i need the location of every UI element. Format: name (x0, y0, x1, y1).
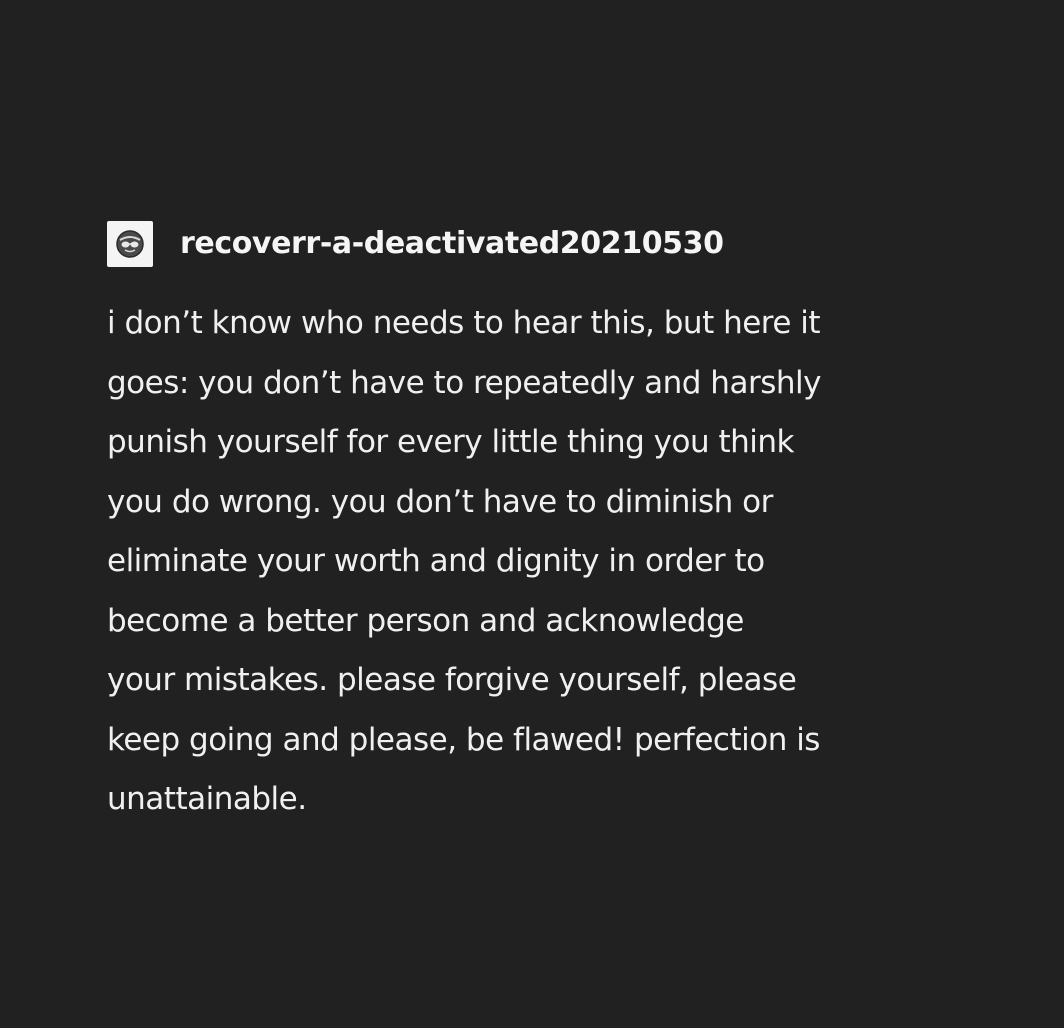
post-body-line: i don’t know who needs to hear this, but… (107, 305, 821, 341)
post-body-line: unattainable. (107, 781, 307, 817)
post-body: i don’t know who needs to hear this, but… (107, 294, 987, 830)
username[interactable]: recoverr-a-deactivated20210530 (180, 226, 724, 261)
post-body-line: goes: you don’t have to repeatedly and h… (107, 364, 821, 401)
post-body-line: become a better person and acknowledge (107, 602, 744, 639)
post-body-line: you do wrong. you don’t have to diminish… (107, 483, 773, 520)
avatar[interactable] (107, 221, 153, 267)
post-body-line: eliminate your worth and dignity in orde… (107, 543, 765, 579)
post-header: recoverr-a-deactivated20210530 (107, 220, 987, 268)
post-body-line: your mistakes. please forgive yourself, … (107, 662, 797, 698)
post: recoverr-a-deactivated20210530 i don’t k… (107, 220, 987, 830)
post-body-line: punish yourself for every little thing y… (107, 424, 794, 460)
sunglasses-face-icon (116, 230, 144, 258)
post-body-line: keep going and please, be flawed! perfec… (107, 721, 820, 758)
